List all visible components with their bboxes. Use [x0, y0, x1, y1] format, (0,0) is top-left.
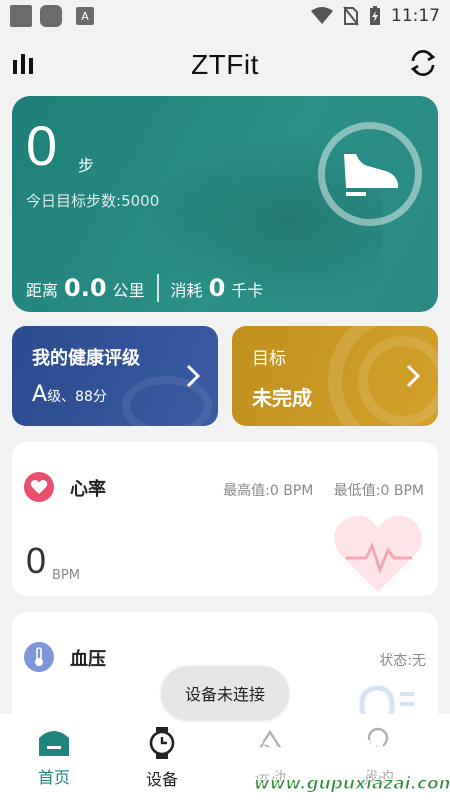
app-icon-rounded: [40, 5, 62, 27]
distance-unit: 公里: [112, 281, 145, 300]
distance-value: 0.0: [64, 274, 107, 302]
nav-label-home: 首页: [37, 768, 70, 787]
distance-label: 距离: [26, 281, 59, 300]
steps-card[interactable]: 0 步 今日目标步数:5000 距离 0.0 公里 消耗 0 千卡: [12, 96, 438, 312]
notification-a-icon: A: [76, 7, 94, 25]
chevron-right-icon: [406, 364, 420, 388]
battery-charging-icon: [370, 6, 380, 25]
goal-title: 目标: [252, 349, 286, 369]
wifi-icon: [311, 7, 333, 24]
clock: 11:17: [391, 6, 440, 26]
steps-unit: 步: [78, 156, 95, 175]
calories-label: 消耗: [170, 281, 203, 300]
heart-illustration-icon: [333, 515, 423, 592]
chevron-right-icon: [186, 364, 200, 388]
heart-icon: [24, 472, 54, 502]
blood-pressure-title: 血压: [70, 649, 106, 670]
goal-decoration-inner: [358, 336, 438, 426]
divider: [156, 274, 159, 302]
steps-value: 0: [26, 114, 58, 177]
status-bar: A 11:17: [0, 0, 450, 32]
home-icon: [39, 731, 69, 756]
sync-icon[interactable]: [408, 48, 438, 78]
health-rating-card[interactable]: 我的健康评级 A级、88分: [12, 326, 218, 426]
nav-item-device[interactable]: 设备: [108, 714, 216, 800]
bar-chart-icon[interactable]: [12, 52, 36, 74]
calories-unit: 千卡: [231, 281, 264, 300]
no-sim-icon: [343, 6, 359, 26]
steps-goal-value: 5000: [121, 192, 160, 210]
health-title: 我的健康评级: [32, 348, 140, 369]
heart-rate-value: 0: [26, 540, 47, 581]
app-icon: [10, 5, 32, 27]
app-header: ZTFit: [0, 38, 450, 92]
health-grade-suffix: 级、88分: [47, 389, 107, 405]
watermark-url: www.gupuxiazai.com: [253, 774, 450, 795]
watch-icon: [149, 727, 175, 759]
shoe-icon: [344, 154, 398, 196]
distance-calories-row: 距离 0.0 公里 消耗 0 千卡: [26, 268, 263, 302]
steps-goal-label: 今日目标步数:: [26, 192, 122, 210]
watermark: 谷普软件园 www.gupuxiazai.com: [245, 730, 450, 800]
goal-status: 未完成: [252, 386, 312, 410]
toast-message: 设备未连接: [161, 666, 289, 720]
heart-rate-card[interactable]: 心率 最高值:0 BPM 最低值:0 BPM 0 BPM: [12, 442, 438, 596]
health-grade-letter: A: [32, 382, 48, 407]
heart-rate-max: 最高值:0 BPM: [223, 483, 314, 499]
steps-goal: 今日目标步数:5000: [26, 190, 159, 211]
heart-rate-stats: 最高值:0 BPM 最低值:0 BPM: [207, 480, 424, 500]
blood-pressure-status: 状态:无: [379, 653, 426, 669]
goal-card[interactable]: 目标 未完成: [232, 326, 438, 426]
page-title: ZTFit: [191, 49, 259, 80]
nav-item-home[interactable]: 首页: [0, 714, 108, 800]
shoe-ring: [318, 122, 422, 226]
calories-value: 0: [208, 274, 226, 302]
heart-rate-unit: BPM: [52, 568, 80, 583]
nav-label-device: 设备: [145, 770, 178, 789]
heart-rate-min: 最低值:0 BPM: [333, 483, 424, 499]
thermometer-icon: [24, 642, 54, 672]
health-grade: A级、88分: [32, 382, 107, 407]
heart-rate-title: 心率: [70, 479, 106, 500]
